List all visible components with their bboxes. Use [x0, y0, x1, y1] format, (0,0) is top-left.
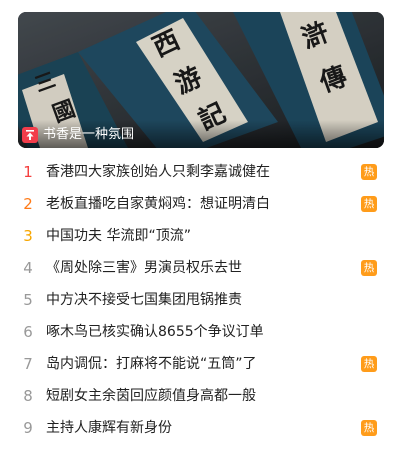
hot-search-item[interactable]: 1 香港四大家族创始人只剩李嘉诚健在 热	[0, 156, 405, 188]
hot-search-item[interactable]: 6 啄木鸟已核实确认8655个争议订单	[0, 316, 405, 348]
rank-number: 5	[23, 291, 33, 309]
hot-search-item[interactable]: 8 短剧女主余茵回应颜值身高都一般	[0, 380, 405, 412]
rank-number: 7	[23, 355, 33, 373]
hot-badge: 热	[361, 356, 377, 372]
hot-search-title[interactable]: 香港四大家族创始人只剩李嘉诚健在	[46, 156, 270, 188]
rank-number: 4	[23, 259, 33, 277]
hot-badge: 热	[361, 196, 377, 212]
hot-search-item[interactable]: 2 老板直播吃自家黄焖鸡：想证明清白 热	[0, 188, 405, 220]
rank-number: 3	[23, 227, 33, 245]
banner-caption: 书香是一种氛围	[18, 120, 384, 148]
hot-search-title[interactable]: 主持人康辉有新身份	[46, 412, 172, 444]
featured-banner[interactable]: 國 三 西 游 記 滸 傳 书香是一种氛围	[18, 12, 384, 148]
hot-search-title[interactable]: 短剧女主余茵回应颜值身高都一般	[46, 380, 256, 412]
hot-search-title[interactable]: 《周处除三害》男演员权乐去世	[46, 252, 242, 284]
hot-badge: 热	[361, 420, 377, 436]
hot-search-list: 1 香港四大家族创始人只剩李嘉诚健在热 2 老板直播吃自家黄焖鸡：想证明清白热 3 中国功…	[0, 156, 405, 444]
hot-search-title[interactable]: 中国功夫 华流即“顶流”	[46, 220, 191, 252]
rank-number: 9	[23, 419, 33, 437]
hot-search-item[interactable]: 4 《周处除三害》男演员权乐去世 热	[0, 252, 405, 284]
hot-badge: 热	[361, 260, 377, 276]
hot-search-title[interactable]: 啄木鸟已核实确认8655个争议订单	[46, 316, 264, 348]
rank-number: 8	[23, 387, 33, 405]
hot-search-item[interactable]: 7 岛内调侃：打麻将不能说“五筒”了 热	[0, 348, 405, 380]
hot-search-item[interactable]: 9 主持人康辉有新身份 热	[0, 412, 405, 444]
hot-search-title[interactable]: 岛内调侃：打麻将不能说“五筒”了	[46, 348, 257, 380]
rank-number: 6	[23, 323, 33, 341]
banner-title: 书香是一种氛围	[43, 127, 135, 142]
hot-search-item[interactable]: 5 中方决不接受七国集团甩锅推责	[0, 284, 405, 316]
hot-search-title[interactable]: 中方决不接受七国集团甩锅推责	[46, 284, 242, 316]
rank-number: 1	[23, 163, 33, 181]
hot-search-item[interactable]: 3 中国功夫 华流即“顶流”	[0, 220, 405, 252]
pin-top-icon	[22, 127, 38, 143]
hot-badge: 热	[361, 164, 377, 180]
hot-search-title[interactable]: 老板直播吃自家黄焖鸡：想证明清白	[46, 188, 270, 220]
rank-number: 2	[23, 195, 33, 213]
hot-search-panel: 國 三 西 游 記 滸 傳 书香是一种氛围 1香港四大家族创始人只剩李嘉诚健在热…	[0, 0, 405, 453]
